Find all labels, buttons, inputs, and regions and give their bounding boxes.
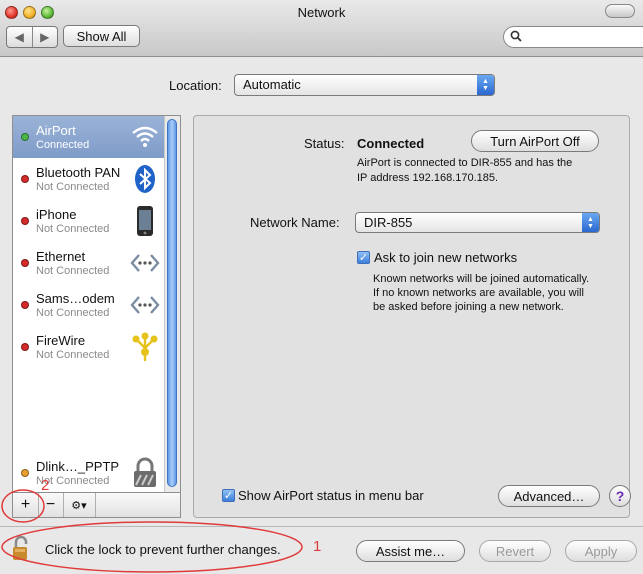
status-dot [21, 343, 29, 351]
service-name: Ethernet [36, 249, 86, 264]
status-description-line-1: AirPort is connected to DIR-855 and has … [357, 157, 573, 169]
annotation-number-1: 1 [313, 538, 322, 555]
scrollbar-thumb[interactable] [167, 119, 177, 487]
service-list: AirPort Connected Bluetooth PAN Not Conn… [12, 115, 181, 493]
service-list-scrollbar[interactable] [164, 116, 180, 492]
annotation-circles [1, 489, 303, 573]
location-label: Location: [169, 78, 222, 93]
search-icon [510, 30, 522, 42]
service-item-firewire[interactable]: FireWire Not Connected [13, 326, 165, 368]
status-dot [21, 175, 29, 183]
service-status: Not Connected [36, 265, 110, 277]
status-dot [21, 217, 29, 225]
network-name-popup[interactable]: DIR-855 ▲ ▼ [355, 212, 600, 233]
ask-join-description-line-1: Known networks will be joined automatica… [373, 273, 590, 285]
service-item-iphone[interactable]: iPhone Not Connected [13, 200, 165, 242]
status-dot [21, 259, 29, 267]
back-button[interactable]: ◀ [7, 27, 32, 47]
forward-button[interactable]: ▶ [31, 27, 58, 47]
service-status: Not Connected [36, 223, 110, 235]
service-name: FireWire [36, 333, 86, 348]
service-name: iPhone [36, 207, 77, 222]
network-name-label: Network Name: [250, 215, 340, 230]
annotation-number-2: 2 [41, 477, 50, 494]
network-name-value: DIR-855 [364, 215, 413, 230]
window-toolbar: Network ◀ ▶ Show All [0, 0, 643, 57]
wifi-icon [132, 126, 158, 147]
annotation-circle-lock [1, 521, 303, 573]
service-item-bluetooth-pan[interactable]: Bluetooth PAN Not Connected [13, 158, 165, 200]
ethernet-icon [130, 254, 160, 272]
ask-join-label: Ask to join new networks [374, 250, 518, 265]
back-forward-control: ◀ ▶ [6, 26, 58, 48]
location-popup[interactable]: Automatic ▲ ▼ [234, 74, 495, 96]
status-label: Status: [304, 136, 345, 151]
service-status: Not Connected [36, 181, 110, 193]
window-title: Network [297, 5, 346, 20]
status-value: Connected [357, 136, 425, 151]
detail-panel: Status: Connected Turn AirPort Off AirPo… [193, 115, 631, 518]
bluetooth-icon [135, 165, 155, 193]
status-dot [21, 301, 29, 309]
service-status: Connected [36, 139, 90, 151]
service-item-modem[interactable]: Sams…odem Not Connected [13, 284, 165, 326]
ask-join-description-line-3: be asked before joining a new network. [373, 301, 564, 313]
search-input[interactable] [503, 26, 643, 48]
service-status: Not Connected [36, 307, 110, 319]
popup-arrows-icon: ▲ ▼ [477, 75, 494, 95]
service-name: AirPort [36, 123, 76, 138]
service-name: Bluetooth PAN [36, 165, 121, 180]
ask-join-description-line-2: If no known networks are available, you … [373, 287, 584, 299]
status-description-line-2: IP address 192.168.170.185. [357, 172, 499, 184]
iphone-icon [137, 206, 153, 236]
service-status: Not Connected [36, 349, 110, 361]
location-value: Automatic [243, 77, 301, 92]
modem-icon [130, 296, 160, 314]
ask-join-checkbox[interactable]: ✓ [357, 251, 370, 264]
service-name: Sams…odem [36, 291, 115, 306]
toolbar-toggle-button[interactable] [605, 4, 635, 18]
show-all-button[interactable]: Show All [63, 25, 140, 47]
annotation-circle-add [1, 489, 45, 523]
status-dot [21, 133, 29, 141]
service-item-airport[interactable]: AirPort Connected [13, 116, 165, 158]
firewire-icon [132, 332, 158, 361]
turn-airport-off-button[interactable]: Turn AirPort Off [471, 130, 599, 152]
service-item-ethernet[interactable]: Ethernet Not Connected [13, 242, 165, 284]
popup-arrows-icon: ▲ ▼ [582, 213, 599, 232]
